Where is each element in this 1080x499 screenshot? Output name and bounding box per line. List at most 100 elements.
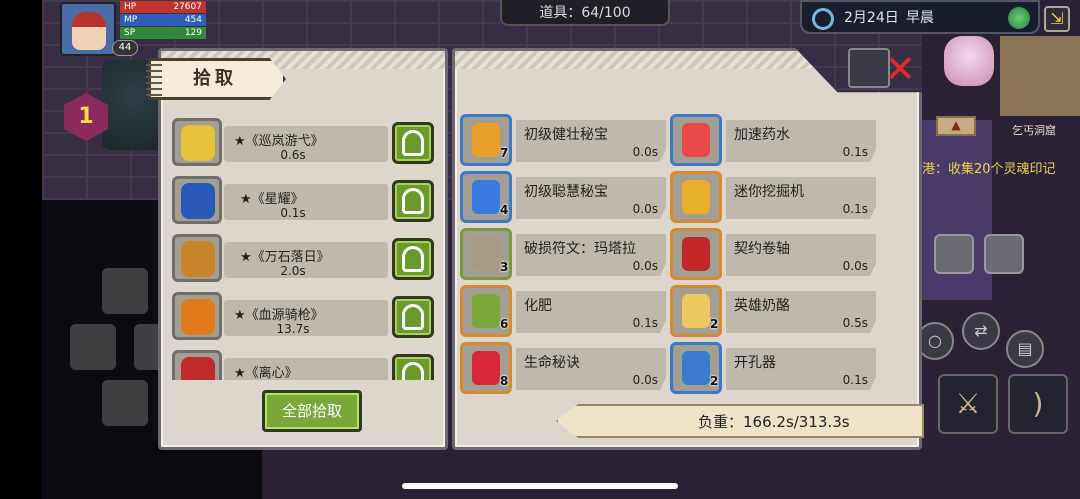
loot-item-name: ★《万石落日》 — [240, 250, 330, 265]
loot-row[interactable]: ★《万石落日》 2.0s — [170, 232, 438, 284]
inventory-item[interactable]: 6 化肥 0.1s — [460, 285, 666, 337]
heart-gem-icon — [472, 351, 500, 385]
loot-item-time: 0.6s — [280, 148, 306, 162]
bow-skill-button[interactable]: ) — [1008, 374, 1068, 434]
date-text: 2月24日 — [844, 10, 899, 26]
quick-slot-1[interactable] — [934, 234, 974, 274]
mp-value: 454 — [184, 15, 202, 25]
loot-item-icon — [172, 118, 222, 166]
dpad-down[interactable] — [102, 380, 148, 426]
chevron-up-icon[interactable]: ▲ — [936, 116, 976, 136]
date-display: 2月24日 早晨 — [800, 0, 1040, 34]
item-name: 初级健壮秘宝 — [524, 127, 608, 143]
item-count: 6 — [500, 317, 509, 331]
loot-item-name: ★《离心》 — [234, 366, 298, 380]
amber-gem-icon — [472, 123, 500, 157]
globe-icon[interactable] — [1008, 7, 1030, 29]
item-name: 开孔器 — [734, 355, 776, 371]
orb-icon — [181, 299, 215, 335]
hand-icon — [402, 130, 424, 156]
inventory-item[interactable]: 契约卷轴 0.0s — [670, 228, 876, 280]
mp-label: MP — [124, 15, 138, 25]
item-name: 破损符文：玛塔拉 — [524, 241, 636, 257]
quest-tracker[interactable]: 港：收集20个灵魂印记 — [922, 158, 1056, 177]
pickup-button[interactable] — [392, 180, 434, 222]
exit-button[interactable]: ⇲ — [1044, 6, 1070, 32]
item-time: 0.0s — [842, 259, 868, 273]
inventory-item[interactable]: 8 生命秘诀 0.0s — [460, 342, 666, 394]
inventory-item[interactable]: 4 初级聪慧秘宝 0.0s — [460, 171, 666, 223]
inventory-item[interactable]: 7 初级健壮秘宝 0.0s — [460, 114, 666, 166]
ring-icon — [181, 125, 215, 161]
home-indicator[interactable] — [402, 483, 678, 489]
item-count: 4 — [500, 203, 509, 217]
sun-icon — [812, 8, 834, 30]
close-icon[interactable]: ✕ — [880, 50, 920, 88]
item-name: 契约卷轴 — [734, 241, 790, 257]
excavator-icon — [682, 180, 710, 214]
loot-item-icon — [172, 350, 222, 380]
swap-icon[interactable]: ⇄ — [962, 312, 1000, 350]
loot-item-time: 2.0s — [280, 264, 306, 278]
quick-slot-2[interactable] — [984, 234, 1024, 274]
item-time: 0.1s — [842, 373, 868, 387]
item-name: 英雄奶酪 — [734, 298, 790, 314]
fertilizer-icon — [472, 294, 500, 328]
item-time: 0.1s — [632, 316, 658, 330]
pickup-button[interactable] — [392, 296, 434, 338]
dpad-up[interactable] — [102, 268, 148, 314]
loot-item-icon — [172, 234, 222, 282]
item-time: 0.0s — [632, 202, 658, 216]
hand-icon — [402, 246, 424, 272]
inventory-item[interactable]: 加速药水 0.1s — [670, 114, 876, 166]
loot-row[interactable]: ★《巡岚游弋》 0.6s — [170, 116, 438, 168]
item-icon-frame — [670, 114, 722, 166]
loot-item-time: 0.1s — [280, 206, 306, 220]
time-of-day-text: 早晨 — [906, 10, 934, 26]
weight-text: 负重：166.2s/313.3s — [698, 413, 850, 431]
sword-attack-button[interactable]: ⚔ — [938, 374, 998, 434]
loot-row[interactable]: ★《星耀》 0.1s — [170, 174, 438, 226]
item-time: 0.0s — [632, 259, 658, 273]
player-portrait[interactable] — [60, 2, 116, 56]
spiral-binding-icon — [146, 62, 162, 96]
sp-label: SP — [124, 28, 136, 38]
loot-row[interactable]: ★《离心》 — [170, 348, 438, 380]
item-count: 3 — [500, 260, 509, 274]
item-count: 7 — [500, 146, 509, 160]
loot-list[interactable]: ★《巡岚游弋》 0.6s ★《星耀》 0.1s ★《万石落日》 2.0s ★《血… — [170, 108, 438, 380]
bow-icon — [181, 241, 215, 277]
loot-title: 拾取 — [148, 58, 286, 100]
minimap-label: 乞丐洞窟 — [1012, 124, 1056, 137]
loot-item-time: 13.7s — [276, 322, 310, 336]
item-name: 迷你挖掘机 — [734, 184, 804, 200]
pickup-all-button[interactable]: 全部拾取 — [262, 390, 362, 432]
blade-icon — [181, 357, 215, 380]
item-name: 生命秘诀 — [524, 355, 580, 371]
inventory-item[interactable]: 2 英雄奶酪 0.5s — [670, 285, 876, 337]
item-name: 初级聪慧秘宝 — [524, 184, 608, 200]
armor-icon — [181, 183, 215, 219]
book-icon[interactable]: ▤ — [1006, 330, 1044, 368]
loot-row[interactable]: ★《血源骑枪》 13.7s — [170, 290, 438, 342]
dpad-left[interactable] — [70, 324, 116, 370]
hand-icon — [402, 188, 424, 214]
loot-item-icon — [172, 176, 222, 224]
hand-icon — [402, 304, 424, 330]
inventory-item[interactable]: 3 破损符文：玛塔拉 0.0s — [460, 228, 666, 280]
loot-item-name: ★《巡岚游弋》 — [234, 134, 324, 149]
pickup-button[interactable] — [392, 122, 434, 164]
mp-bar: MP 454 — [120, 14, 206, 26]
loot-item-icon — [172, 292, 222, 340]
item-count: 2 — [710, 374, 719, 388]
loot-item-name: ★《星耀》 — [240, 192, 304, 207]
inventory-item[interactable]: 迷你挖掘机 0.1s — [670, 171, 876, 223]
player-level-badge: 44 — [112, 40, 138, 56]
item-icon-frame — [670, 171, 722, 223]
inventory-item[interactable]: 2 开孔器 0.1s — [670, 342, 876, 394]
item-time: 0.0s — [632, 373, 658, 387]
minimap[interactable] — [1000, 36, 1080, 116]
pickup-button[interactable] — [392, 354, 434, 380]
pickup-button[interactable] — [392, 238, 434, 280]
npc-bunny-sprite — [944, 36, 994, 86]
